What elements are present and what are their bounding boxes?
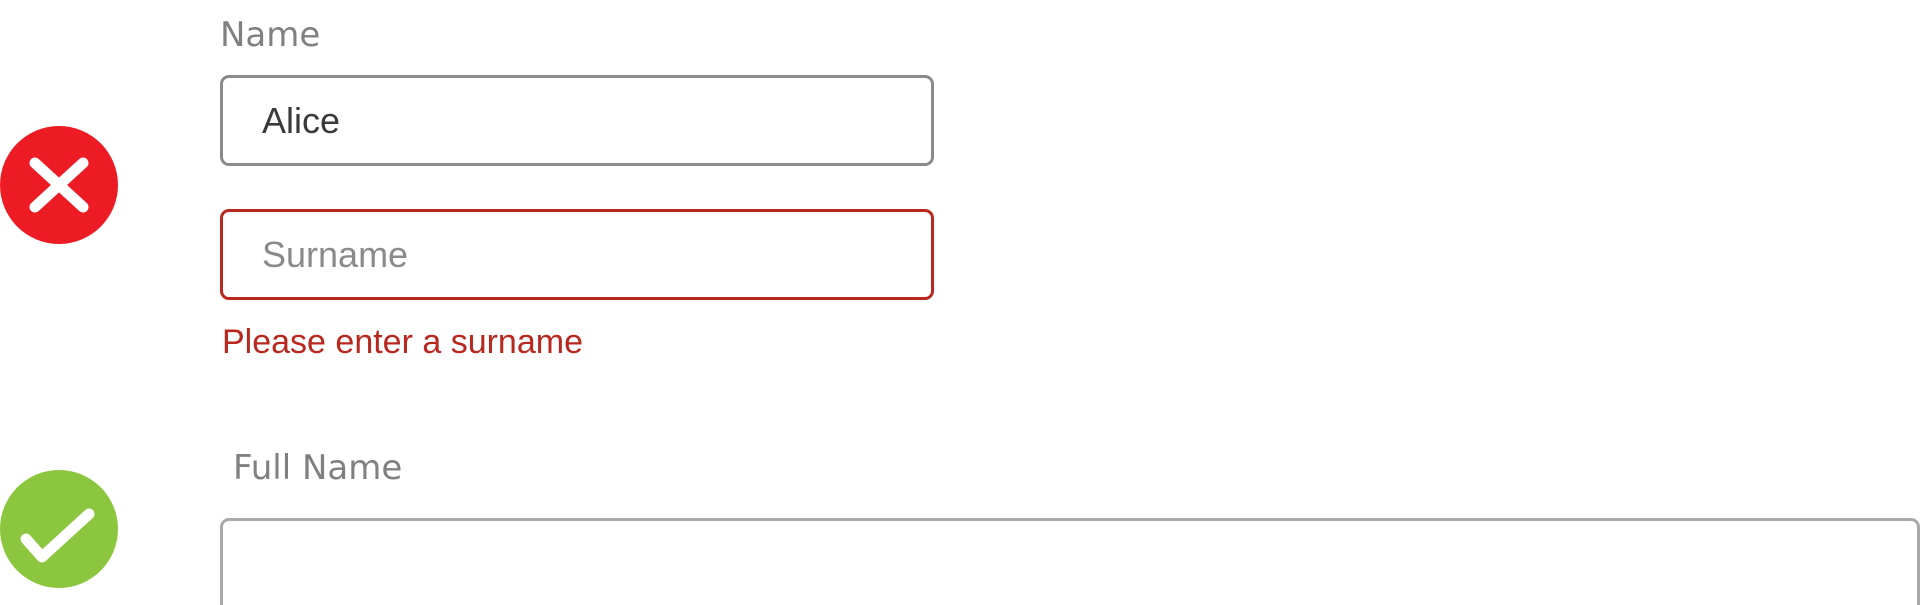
- x-icon: [29, 157, 89, 213]
- error-status-icon: [0, 126, 118, 244]
- surname-input-placeholder: Surname: [262, 233, 409, 275]
- surname-error-message: Please enter a surname: [222, 323, 583, 361]
- name-input-value: Alice: [262, 99, 341, 141]
- full-name-input[interactable]: [220, 518, 1920, 605]
- surname-input[interactable]: Surname: [220, 209, 934, 300]
- name-input[interactable]: Alice: [220, 75, 934, 166]
- name-label: Name: [220, 15, 321, 55]
- form-comparison: Name Alice Surname Please enter a surnam…: [0, 0, 1920, 605]
- success-status-icon: [0, 470, 118, 588]
- full-name-label: Full Name: [233, 448, 403, 488]
- check-icon: [20, 508, 95, 563]
